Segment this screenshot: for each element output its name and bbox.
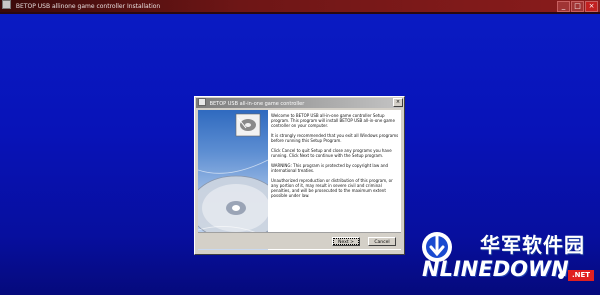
dialog-title-bar: BETOP USB all-in-one game controller bbox=[196, 98, 403, 108]
dialog-button-row: Next > Cancel bbox=[198, 232, 401, 249]
installer-title: BETOP USB allinone game controller Insta… bbox=[15, 3, 161, 10]
instructions-paragraph: Click Cancel to quit Setup and close any… bbox=[271, 148, 392, 158]
legal-paragraph: Unauthorized reproduction or distributio… bbox=[271, 178, 393, 198]
watermark-english-text: NLINEDOWN bbox=[422, 257, 569, 281]
minimize-button[interactable]: _ bbox=[557, 1, 570, 12]
maximize-button[interactable]: □ bbox=[571, 1, 584, 12]
window-controls: _ □ × bbox=[557, 1, 598, 12]
close-button[interactable]: × bbox=[585, 1, 598, 12]
dialog-close-button[interactable]: × bbox=[393, 98, 403, 107]
warning-paragraph: WARNING: This program is protected by co… bbox=[271, 163, 389, 173]
watermark-dot bbox=[558, 273, 564, 279]
welcome-paragraph: Welcome to BETOP USB all-in-one game con… bbox=[271, 113, 395, 128]
dialog-body: Welcome to BETOP USB all-in-one game con… bbox=[198, 110, 401, 250]
dialog-app-icon bbox=[198, 98, 206, 106]
next-button[interactable]: Next > bbox=[332, 237, 360, 246]
setup-side-graphic bbox=[198, 110, 268, 250]
cd-disc-icon bbox=[198, 113, 268, 241]
setup-dialog: BETOP USB all-in-one game controller × W… bbox=[194, 96, 405, 255]
title-bar-shadow bbox=[0, 12, 600, 14]
welcome-text: Welcome to BETOP USB all-in-one game con… bbox=[271, 113, 399, 223]
watermark-chinese-text: 华军软件园 bbox=[480, 233, 585, 257]
site-watermark: 华军软件园 NLINEDOWN .NET bbox=[418, 213, 598, 293]
app-icon bbox=[2, 0, 11, 9]
installer-title-bar: BETOP USB allinone game controller Insta… bbox=[0, 0, 600, 12]
dialog-title: BETOP USB all-in-one game controller bbox=[209, 101, 305, 107]
cancel-button[interactable]: Cancel bbox=[368, 237, 396, 246]
watermark-net-badge: .NET bbox=[568, 270, 594, 281]
recommendation-paragraph: It is strongly recommended that you exit… bbox=[271, 133, 399, 143]
